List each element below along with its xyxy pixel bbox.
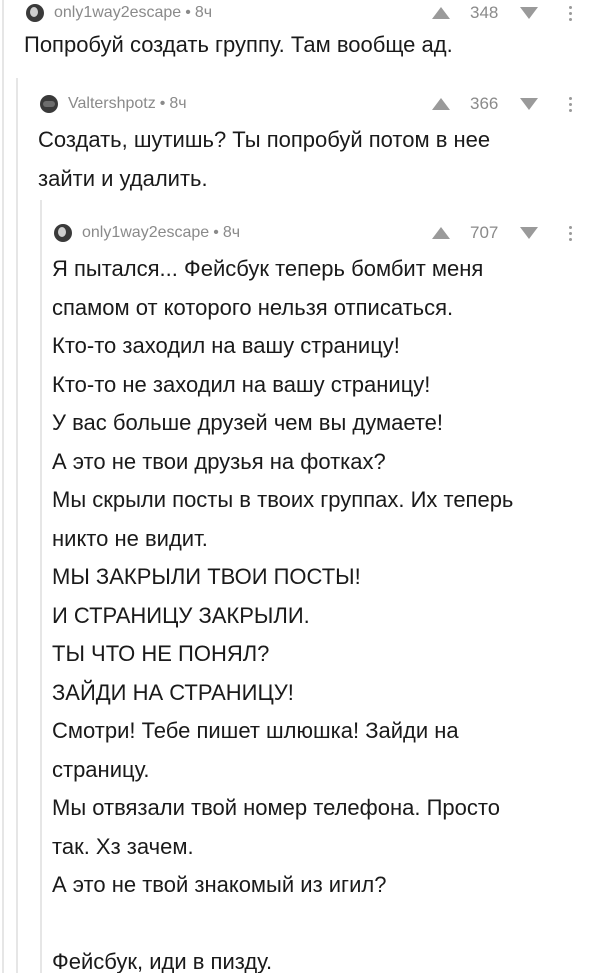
comment-thread: only1way2escape • 8ч 348 Попробуй создат… xyxy=(0,0,600,973)
downvote-icon[interactable] xyxy=(520,98,538,110)
separator-dot: • xyxy=(213,224,219,241)
upvote-icon[interactable] xyxy=(432,98,450,110)
comment: only1way2escape • 8ч 707 Я пытался... Фе… xyxy=(52,220,600,973)
text-line: Кто-то не заходил на вашу страницу! xyxy=(52,371,431,397)
text-line: А это не твои друзья на фотках? xyxy=(52,448,386,474)
downvote-icon[interactable] xyxy=(520,7,538,19)
separator-dot: • xyxy=(159,95,166,112)
score: 707 xyxy=(470,223,499,242)
more-options-icon[interactable] xyxy=(568,96,572,112)
text-line: страницу. xyxy=(52,756,150,782)
text-line: У вас больше друзей чем вы думаете! xyxy=(52,410,444,435)
text-line: ТЫ ЧТО НЕ ПОНЯЛ? xyxy=(52,641,270,666)
comment-header: Valtershpotz • 8ч 366 xyxy=(40,91,572,117)
text-line: И СТРАНИЦУ ЗАКРЫЛИ. xyxy=(52,602,310,628)
text-line: Мы скрыли посты в твоих группах. Их тепе… xyxy=(52,487,514,512)
upvote-icon[interactable] xyxy=(432,227,450,239)
text-line: никто не видит. xyxy=(52,525,208,551)
thread-line[interactable] xyxy=(2,0,4,973)
text-line: А это не твой знакомый из игил? xyxy=(52,872,387,897)
text-line: так. Хз зачем. xyxy=(52,833,194,859)
comment-age: 8ч xyxy=(222,224,241,241)
comment-header: only1way2escape • 8ч 707 xyxy=(54,220,572,246)
thread-line[interactable] xyxy=(16,78,18,973)
vote-controls: 366 xyxy=(432,91,572,117)
comment-text: Создать, шутишь? Ты попробуй потом в нее… xyxy=(38,121,572,198)
avatar[interactable] xyxy=(54,224,72,242)
text-line: Фейсбук, иди в пизду. xyxy=(52,949,273,973)
comment-age: 8ч xyxy=(194,4,213,21)
text-line: Смотри! Тебе пишет шлюшка! Зайди на xyxy=(52,718,459,743)
avatar[interactable] xyxy=(40,95,58,113)
text-line: Создать, шутишь? Ты попробуй потом в нее xyxy=(38,127,491,152)
username[interactable]: Valtershpotz xyxy=(68,95,156,113)
upvote-icon[interactable] xyxy=(432,7,450,19)
thread-line[interactable] xyxy=(40,200,42,973)
comment-text: Попробуй создать группу. Там вообще ад. xyxy=(24,32,453,57)
vote-controls: 707 xyxy=(432,220,572,246)
comment-age: 8ч xyxy=(169,95,187,112)
score: 348 xyxy=(470,3,499,22)
text-line: Кто-то заходил на вашу страницу! xyxy=(52,333,400,358)
score: 366 xyxy=(470,94,499,113)
comment: only1way2escape • 8ч 348 Попробуй создат… xyxy=(24,0,600,60)
text-line: МЫ ЗАКРЫЛИ ТВОИ ПОСТЫ! xyxy=(52,564,361,589)
avatar[interactable] xyxy=(26,4,44,22)
more-options-icon[interactable] xyxy=(568,5,572,21)
comment: Valtershpotz • 8ч 366 Создать, шутишь? Т… xyxy=(38,91,600,198)
separator-dot: • xyxy=(185,4,191,21)
username[interactable]: only1way2escape xyxy=(82,224,209,242)
text-line: Мы отвязали твой номер телефона. Просто xyxy=(52,795,500,820)
text-line: зайти и удалить. xyxy=(38,165,208,191)
text-line: ЗАЙДИ НА СТРАНИЦУ! xyxy=(52,679,294,705)
downvote-icon[interactable] xyxy=(520,227,538,239)
more-options-icon[interactable] xyxy=(568,225,572,241)
comment-text: Я пытался... Фейсбук теперь бомбит меня … xyxy=(52,250,572,973)
text-line: спамом от которого нельзя отписаться. xyxy=(52,294,454,320)
text-line: Я пытался... Фейсбук теперь бомбит меня xyxy=(52,256,484,281)
vote-controls: 348 xyxy=(432,0,572,26)
text-line xyxy=(52,905,572,944)
username[interactable]: only1way2escape xyxy=(54,4,181,22)
comment-header: only1way2escape • 8ч 348 xyxy=(26,0,572,26)
